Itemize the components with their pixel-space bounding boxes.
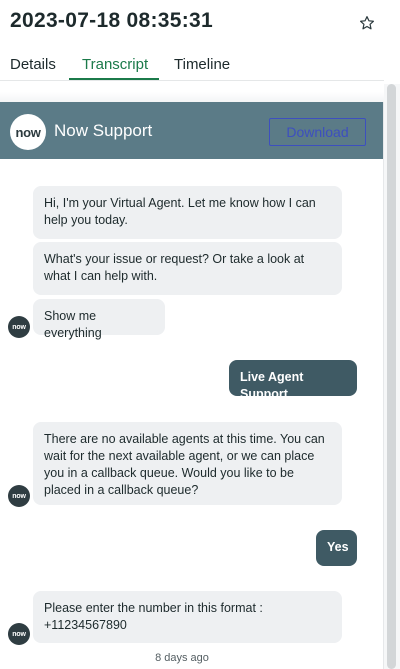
avatar-logo-text: now <box>12 323 26 331</box>
page-title: 2023-07-18 08:35:31 <box>10 9 214 32</box>
agent-message: There are no available agents at this ti… <box>33 422 342 505</box>
favorite-button[interactable] <box>356 12 378 34</box>
now-logo: now <box>10 114 46 150</box>
agent-avatar: now <box>8 485 30 507</box>
agent-message: Show me everything <box>33 299 165 340</box>
tabs-divider <box>0 80 384 81</box>
chat-title: Now Support <box>54 121 153 140</box>
star-outline-icon <box>360 16 374 30</box>
download-button[interactable]: Download <box>269 118 366 146</box>
agent-message: What's your issue or request? Or take a … <box>33 242 342 295</box>
scrollbar[interactable] <box>384 84 400 669</box>
avatar-logo-text: now <box>12 492 26 500</box>
chat-header: now Now Support Download <box>0 102 383 159</box>
tab-bar: Details Transcript Timeline <box>0 50 400 82</box>
user-message: Yes <box>316 530 357 566</box>
now-logo-text: now <box>15 124 41 140</box>
message-timestamp: 8 days ago <box>155 652 209 664</box>
tab-details[interactable]: Details <box>10 56 56 82</box>
agent-avatar: now <box>8 623 30 645</box>
agent-avatar: now <box>8 316 30 338</box>
agent-message: Hi, I'm your Virtual Agent. Let me know … <box>33 186 342 239</box>
transcript-panel: now Now Support Download Hi, I'm your Vi… <box>0 102 384 669</box>
avatar-logo-text: now <box>12 630 26 638</box>
tab-timeline[interactable]: Timeline <box>174 56 230 82</box>
page-header: 2023-07-18 08:35:31 <box>0 0 400 48</box>
user-message: Live Agent Support. <box>229 360 357 401</box>
agent-message: Please enter the number in this format :… <box>33 591 342 643</box>
scrollbar-thumb[interactable] <box>387 84 396 669</box>
